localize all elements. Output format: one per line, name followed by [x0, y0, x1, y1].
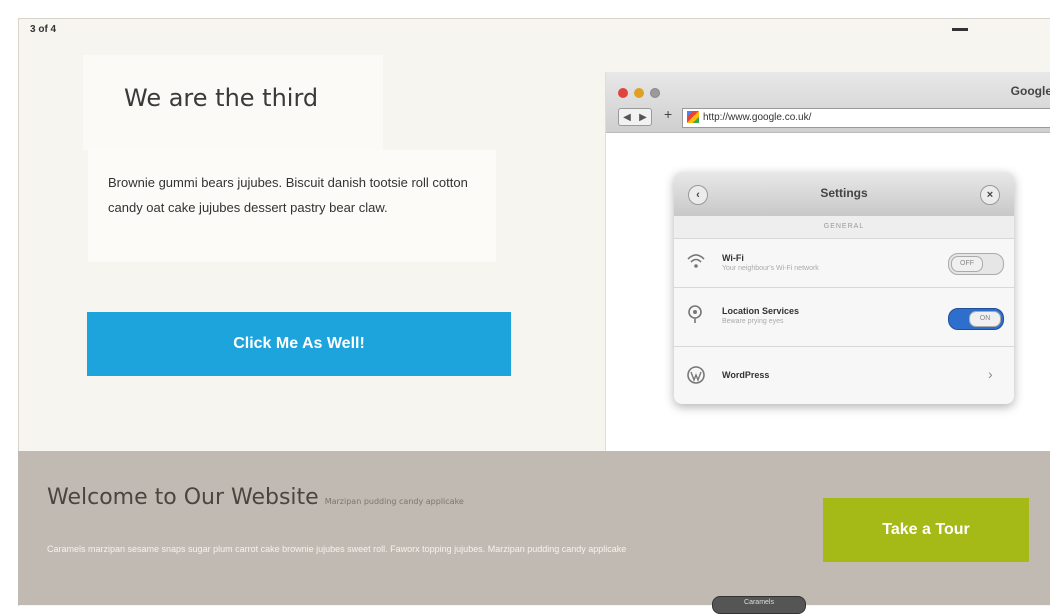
- browser-title: Google: [1010, 84, 1050, 98]
- welcome-title: Welcome to Our Website: [47, 485, 319, 510]
- hero-text: Brownie gummi bears jujubes. Biscuit dan…: [108, 175, 468, 215]
- location-sublabel: Beware prying eyes: [722, 318, 784, 325]
- settings-row-wifi: Wi-Fi Your neighbour's Wi-Fi network OFF: [674, 239, 1014, 288]
- chevron-right-icon: ›: [988, 366, 993, 382]
- back-arrow-icon: ◀: [623, 111, 631, 123]
- slide-counter: 3 of 4: [30, 24, 57, 35]
- welcome-subtitle: Marzipan pudding candy applicake: [324, 497, 464, 506]
- welcome-heading: Welcome to Our Website Marzipan pudding c…: [47, 485, 464, 510]
- browser-toolbar: Google ◀ ▶ + http://www.google.co.uk/: [606, 72, 1050, 133]
- settings-row-location: Location Services Beware prying eyes ON: [674, 288, 1014, 347]
- settings-row-wordpress: WordPress ›: [674, 347, 1014, 404]
- google-favicon-icon: [687, 111, 699, 123]
- location-icon: [686, 304, 704, 329]
- back-forward-buttons: ◀ ▶: [618, 108, 652, 126]
- wifi-sublabel: Your neighbour's Wi-Fi network: [722, 265, 819, 272]
- menu-dash-icon[interactable]: [952, 28, 968, 31]
- location-label: Location Services: [722, 306, 800, 316]
- wifi-icon: [686, 251, 706, 276]
- settings-header: ‹ Settings ×: [674, 172, 1014, 216]
- location-toggle-knob: ON: [969, 311, 1001, 327]
- wordpress-label: WordPress: [722, 370, 770, 380]
- wifi-label: Wi-Fi: [722, 253, 744, 263]
- wifi-toggle-knob: OFF: [951, 256, 983, 272]
- zoom-traffic-light-icon: [650, 88, 660, 98]
- wifi-toggle: OFF: [948, 253, 1004, 275]
- minimize-traffic-light-icon: [634, 88, 644, 98]
- settings-title: Settings: [820, 186, 868, 200]
- hero-title: We are the third: [124, 84, 319, 112]
- welcome-text: Caramels marzipan sesame snaps sugar plu…: [47, 544, 627, 554]
- close-traffic-light-icon: [618, 88, 628, 98]
- location-toggle: ON: [948, 308, 1004, 330]
- take-a-tour-button[interactable]: Take a Tour: [823, 498, 1029, 562]
- settings-section-label: GENERAL: [674, 216, 1014, 239]
- new-tab-icon: +: [664, 106, 673, 122]
- close-icon: ×: [980, 185, 1000, 205]
- wordpress-icon: [686, 365, 706, 390]
- forward-arrow-icon: ▶: [639, 111, 647, 123]
- address-bar: http://www.google.co.uk/: [682, 108, 1050, 128]
- caramels-pill: Caramels: [712, 596, 806, 614]
- click-me-button[interactable]: Click Me As Well!: [87, 312, 511, 376]
- outer-top-margin: [0, 0, 1050, 18]
- settings-panel: ‹ Settings × GENERAL Wi-Fi Your neighbou…: [674, 172, 1014, 404]
- address-text: http://www.google.co.uk/: [703, 112, 812, 123]
